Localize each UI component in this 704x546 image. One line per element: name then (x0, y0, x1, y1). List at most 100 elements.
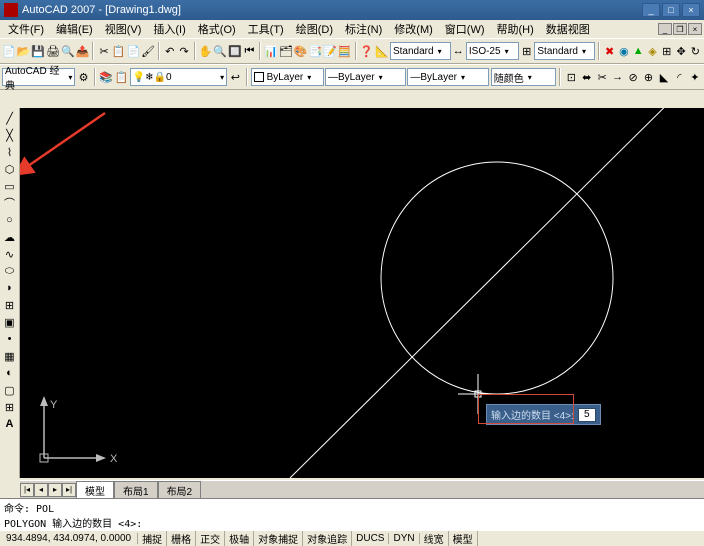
menu-help[interactable]: 帮助(H) (491, 20, 540, 38)
table-icon[interactable]: ⊞ (2, 399, 18, 415)
offset-icon[interactable]: ◈ (646, 42, 659, 60)
tab-model[interactable]: 模型 (76, 481, 114, 499)
copy2-icon[interactable]: ◉ (617, 42, 630, 60)
table-style-icon[interactable]: ⊞ (520, 42, 533, 60)
layer-prop-icon[interactable]: 📚 (99, 68, 113, 86)
make-block-icon[interactable]: ▣ (2, 314, 18, 330)
close-button[interactable]: × (682, 3, 700, 17)
rectangle-icon[interactable]: ▭ (2, 178, 18, 194)
table-style-dropdown[interactable]: Standard▾ (534, 42, 595, 60)
redo-icon[interactable]: ↷ (177, 42, 190, 60)
help-icon[interactable]: ❓ (360, 42, 374, 60)
revcloud-icon[interactable]: ☁ (2, 229, 18, 245)
menu-dataview[interactable]: 数据视图 (540, 20, 596, 38)
undo-icon[interactable]: ↶ (163, 42, 176, 60)
markup-icon[interactable]: 📝 (323, 42, 337, 60)
polar-toggle[interactable]: 极轴 (225, 531, 254, 546)
mtext-icon[interactable]: A (2, 416, 18, 432)
menu-insert[interactable]: 插入(I) (147, 20, 191, 38)
arc-icon[interactable]: ⌒ (2, 195, 18, 211)
menu-edit[interactable]: 编辑(E) (50, 20, 99, 38)
linetype-dropdown[interactable]: — ByLayer▾ (325, 68, 406, 86)
osnap-toggle[interactable]: 对象捕捉 (254, 531, 303, 546)
ellipse-icon[interactable]: ⬭ (2, 263, 18, 279)
text-style-dropdown[interactable]: Standard▾ (390, 42, 451, 60)
line-icon[interactable]: ╱ (2, 110, 18, 126)
circle-icon[interactable]: ○ (2, 212, 18, 228)
menu-draw[interactable]: 绘图(D) (290, 20, 339, 38)
open-icon[interactable]: 📂 (17, 42, 31, 60)
dim-style-dropdown[interactable]: ISO-25▾ (466, 42, 519, 60)
copy-icon[interactable]: 📋 (112, 42, 126, 60)
lwt-toggle[interactable]: 线宽 (420, 531, 449, 546)
fillet-icon[interactable]: ◜ (672, 68, 686, 86)
mdi-restore[interactable]: ❐ (673, 23, 687, 35)
hatch-icon[interactable]: ▦ (2, 348, 18, 364)
grid-toggle[interactable]: 栅格 (167, 531, 196, 546)
sheet-set-icon[interactable]: 📑 (308, 42, 322, 60)
zoom-prev-icon[interactable]: ⏮ (243, 42, 256, 60)
point-icon[interactable]: • (2, 331, 18, 347)
snap-toggle[interactable]: 捕捉 (138, 531, 167, 546)
dim-icon[interactable]: ↔ (452, 42, 465, 60)
ortho-toggle[interactable]: 正交 (196, 531, 225, 546)
workspace-dropdown[interactable]: AutoCAD 经典▾ (2, 68, 75, 86)
menu-modify[interactable]: 修改(M) (388, 20, 439, 38)
tab-first-icon[interactable]: |◂ (20, 483, 34, 497)
layer-dropdown[interactable]: 💡❄🔒0▾ (130, 68, 227, 86)
scale-icon[interactable]: ⊡ (564, 68, 578, 86)
layer-prev-icon[interactable]: ↩ (228, 68, 242, 86)
chamfer-icon[interactable]: ◣ (657, 68, 671, 86)
mdi-minimize[interactable]: _ (658, 23, 672, 35)
break-icon[interactable]: ⊘ (626, 68, 640, 86)
match-icon[interactable]: 🖌 (141, 42, 155, 60)
dynamic-input-field[interactable] (578, 408, 596, 422)
insert-block-icon[interactable]: ⊞ (2, 297, 18, 313)
design-center-icon[interactable]: 🗂 (279, 42, 293, 60)
menu-view[interactable]: 视图(V) (99, 20, 148, 38)
plot-icon[interactable]: 🖨 (46, 42, 60, 60)
maximize-button[interactable]: □ (662, 3, 680, 17)
polyline-icon[interactable]: ⌇ (2, 144, 18, 160)
menu-file[interactable]: 文件(F) (2, 20, 50, 38)
save-icon[interactable]: 💾 (31, 42, 45, 60)
array-icon[interactable]: ⊞ (660, 42, 673, 60)
stretch-icon[interactable]: ⬌ (580, 68, 594, 86)
minimize-button[interactable]: _ (642, 3, 660, 17)
tab-next-icon[interactable]: ▸ (48, 483, 62, 497)
preview-icon[interactable]: 🔍 (61, 42, 75, 60)
calc-icon[interactable]: 🧮 (338, 42, 352, 60)
menu-format[interactable]: 格式(O) (192, 20, 242, 38)
polygon-icon[interactable]: ⬡ (2, 161, 18, 177)
spline-icon[interactable]: ∿ (2, 246, 18, 262)
trim-icon[interactable]: ✂ (595, 68, 609, 86)
tab-layout2[interactable]: 布局2 (158, 481, 202, 499)
tab-last-icon[interactable]: ▸| (62, 483, 76, 497)
tool-palette-icon[interactable]: 🎨 (294, 42, 308, 60)
cut-icon[interactable]: ✂ (97, 42, 110, 60)
rotate-icon[interactable]: ↻ (689, 42, 702, 60)
tab-prev-icon[interactable]: ◂ (34, 483, 48, 497)
zoom-window-icon[interactable]: 🔲 (228, 42, 242, 60)
menu-window[interactable]: 窗口(W) (439, 20, 491, 38)
publish-icon[interactable]: 📤 (76, 42, 90, 60)
ellipse-arc-icon[interactable]: ◗ (2, 280, 18, 296)
color-dropdown[interactable]: ByLayer▾ (251, 68, 324, 86)
paste-icon[interactable]: 📄 (126, 42, 140, 60)
join-icon[interactable]: ⊕ (641, 68, 655, 86)
dyn-toggle[interactable]: DYN (389, 533, 419, 544)
mdi-close[interactable]: × (688, 23, 702, 35)
tab-layout1[interactable]: 布局1 (114, 481, 158, 499)
pan-icon[interactable]: ✋ (199, 42, 213, 60)
drawing-canvas[interactable]: Y X 输入边的数目 <4>: (20, 108, 704, 478)
layer-state-icon[interactable]: 📋 (114, 68, 128, 86)
move-icon[interactable]: ✥ (674, 42, 687, 60)
xline-icon[interactable]: ╳ (2, 127, 18, 143)
extend-icon[interactable]: → (610, 68, 624, 86)
model-toggle[interactable]: 模型 (449, 531, 478, 546)
zoom-icon[interactable]: 🔍 (213, 42, 227, 60)
region-icon[interactable]: ▢ (2, 382, 18, 398)
dim-style-icon[interactable]: 📐 (375, 42, 389, 60)
mirror-icon[interactable]: ▲ (632, 42, 645, 60)
properties-icon[interactable]: 📊 (264, 42, 278, 60)
